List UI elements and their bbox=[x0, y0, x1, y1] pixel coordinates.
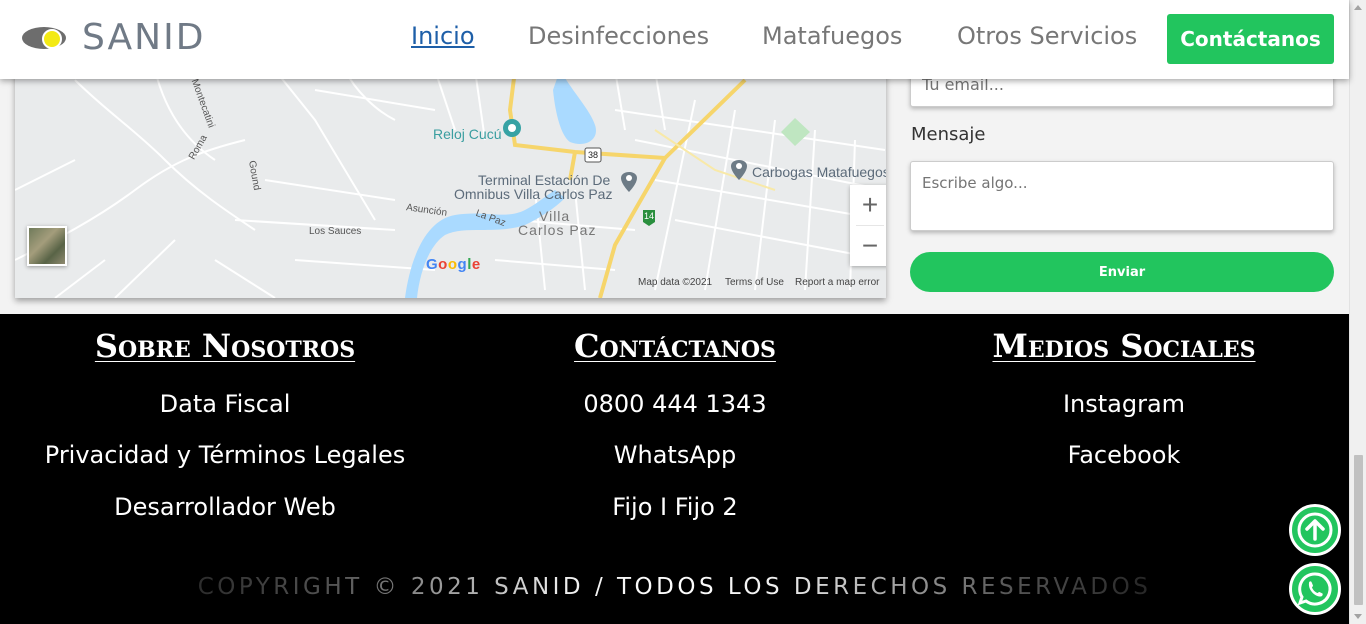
logo-sun-icon bbox=[22, 20, 68, 54]
nav-otros-servicios[interactable]: Otros Servicios bbox=[957, 22, 1137, 50]
map-zoom-control: + − bbox=[850, 185, 886, 266]
map-label-reloj: Reloj Cucú bbox=[433, 126, 502, 142]
map-report-link[interactable]: Report a map error bbox=[795, 277, 879, 288]
footer-link-developer[interactable]: Desarrollador Web bbox=[0, 493, 450, 521]
footer-link-fijo[interactable]: Fijo I Fijo 2 bbox=[450, 493, 900, 521]
send-button[interactable]: Enviar bbox=[910, 252, 1334, 292]
map-embed[interactable]: Reloj Cucú Terminal Estación De Omnibus … bbox=[15, 70, 886, 298]
zoom-out-button[interactable]: − bbox=[850, 226, 886, 266]
copyright-text: COPYRIGHT © 2021 SANID / TODOS LOS DEREC… bbox=[0, 574, 1349, 600]
footer-title-social: Medios Sociales bbox=[992, 327, 1256, 365]
map-data-credit: Map data ©2021 bbox=[638, 277, 713, 288]
footer-title-contact: Contáctanos bbox=[574, 327, 776, 365]
google-logo: Google bbox=[426, 256, 481, 273]
whatsapp-button[interactable] bbox=[1289, 563, 1341, 615]
map-label-los-sauces: Los Sauces bbox=[309, 226, 362, 237]
scroll-up-arrow-icon[interactable] bbox=[1354, 5, 1362, 10]
message-label: Mensaje bbox=[911, 124, 986, 145]
site-footer: Sobre Nosotros Data Fiscal Privacidad y … bbox=[0, 314, 1349, 624]
page-scrollbar[interactable] bbox=[1349, 0, 1366, 624]
message-field[interactable] bbox=[910, 161, 1334, 231]
scroll-top-button[interactable] bbox=[1289, 504, 1341, 556]
scrollbar-thumb[interactable] bbox=[1354, 455, 1363, 605]
whatsapp-icon bbox=[1297, 572, 1332, 606]
nav-inicio[interactable]: Inicio bbox=[411, 22, 475, 50]
map-route-14: 14 bbox=[644, 211, 655, 221]
footer-link-instagram[interactable]: Instagram bbox=[899, 390, 1349, 418]
nav-desinfecciones[interactable]: Desinfecciones bbox=[528, 22, 709, 50]
zoom-in-button[interactable]: + bbox=[850, 185, 886, 225]
arrow-up-circle-icon bbox=[1297, 512, 1333, 548]
brand-logo[interactable]: SANID bbox=[22, 14, 205, 60]
brand-name: SANID bbox=[82, 16, 206, 58]
map-label-terminal-2: Omnibus Villa Carlos Paz bbox=[454, 186, 613, 202]
footer-link-data-fiscal[interactable]: Data Fiscal bbox=[0, 390, 450, 418]
contact-cta-button[interactable]: Contáctanos bbox=[1167, 14, 1334, 64]
map-route-38: 38 bbox=[588, 150, 599, 160]
footer-link-facebook[interactable]: Facebook bbox=[899, 441, 1349, 469]
satellite-toggle[interactable] bbox=[27, 226, 67, 266]
map-label-carlos-paz: Carlos Paz bbox=[518, 222, 597, 238]
nav-matafuegos[interactable]: Matafuegos bbox=[762, 22, 902, 50]
scroll-down-arrow-icon[interactable] bbox=[1354, 614, 1362, 619]
footer-link-phone[interactable]: 0800 444 1343 bbox=[450, 390, 900, 418]
footer-link-whatsapp[interactable]: WhatsApp bbox=[450, 441, 900, 469]
footer-link-privacy[interactable]: Privacidad y Términos Legales bbox=[0, 441, 450, 469]
map-terms-link[interactable]: Terms of Use bbox=[725, 277, 784, 288]
map-label-carbogas: Carbogas Matafuegos bbox=[752, 164, 886, 180]
site-header: SANID Inicio Desinfecciones Matafuegos O… bbox=[0, 0, 1349, 79]
page: Reloj Cucú Terminal Estación De Omnibus … bbox=[0, 0, 1366, 624]
footer-title-about: Sobre Nosotros bbox=[94, 327, 356, 365]
